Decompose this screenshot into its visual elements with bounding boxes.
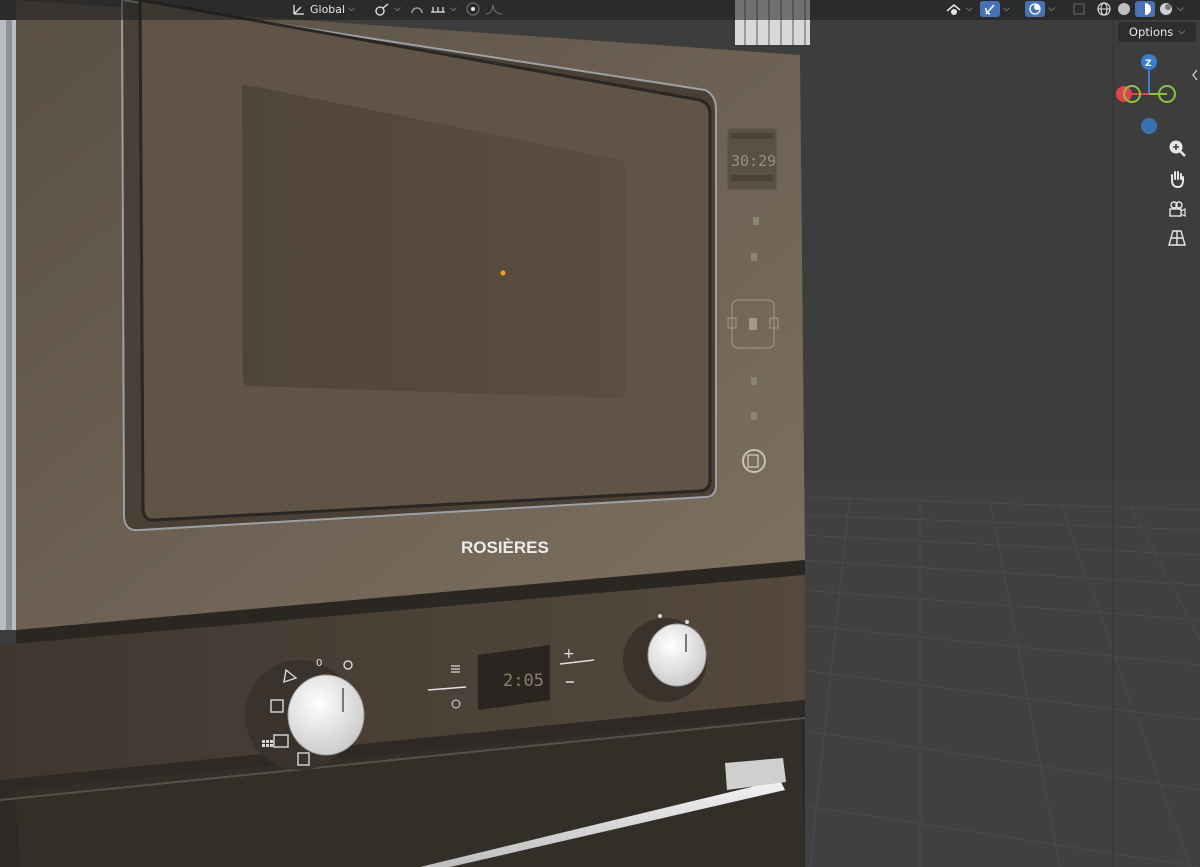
chevron-down-icon: ⌵ <box>1177 4 1184 14</box>
overlay-icon <box>1029 3 1041 15</box>
material-shading-icon <box>1139 3 1151 15</box>
proportional-edit-icon <box>466 2 480 16</box>
micro-display-text: 30:29 <box>731 152 776 170</box>
gizmo-toggle-icon <box>985 4 995 15</box>
snap-icon <box>411 7 423 14</box>
chevron-down-icon: ⌵ <box>394 4 401 14</box>
transform-orientation-icon <box>293 5 304 15</box>
visibility-dropdown[interactable]: ⌵ <box>945 0 973 18</box>
gizmo-toggle-button[interactable] <box>980 1 1000 17</box>
solid-shading-icon[interactable] <box>1116 1 1132 17</box>
plus-label: + <box>563 646 575 662</box>
pan-button[interactable] <box>1163 166 1191 192</box>
orientation-label: Global <box>310 2 346 16</box>
object-origin <box>500 270 506 276</box>
transform-orientation-dropdown[interactable]: Global ⌵ <box>291 0 355 18</box>
chevron-down-icon: ⌵ <box>450 4 457 14</box>
knob-zero-label: 0 <box>316 658 322 669</box>
options-dropdown[interactable]: Options ⌵ <box>1118 22 1196 42</box>
viewport-header: Global ⌵ ⌵ ⌵ ⌵ ⌵ ⌵ ⌵ <box>0 0 1200 20</box>
zoom-button[interactable] <box>1163 135 1191 161</box>
material-shading-button[interactable] <box>1135 1 1155 17</box>
falloff-icon <box>485 4 503 15</box>
oven-display-text: 2:05 <box>503 671 544 691</box>
chevron-down-icon: ⌵ <box>1003 4 1010 14</box>
snap-dropdown[interactable]: ⌵ <box>408 0 457 18</box>
visibility-icon <box>946 4 961 15</box>
pivot-icon <box>375 3 389 16</box>
wireframe-shading-icon[interactable] <box>1095 1 1113 17</box>
grid-icon <box>1168 230 1186 246</box>
overlay-toggle[interactable]: ⌵ <box>1025 0 1055 18</box>
perspective-toggle-button[interactable] <box>1163 225 1191 251</box>
xray-icon <box>1073 3 1085 15</box>
snap-increment-icon <box>431 7 445 13</box>
3d-viewport[interactable]: 30:29 ROSIÈRES 0 2:05 + Z <box>0 0 1200 867</box>
shading-modes[interactable]: ⌵ <box>1095 0 1184 18</box>
options-label: Options <box>1128 25 1174 39</box>
gizmo-z-label: Z <box>1145 59 1152 69</box>
brand-logo: ROSIÈRES <box>461 538 549 557</box>
chevron-down-icon: ⌵ <box>966 4 973 14</box>
chevron-down-icon: ⌵ <box>348 4 355 14</box>
camera-view-button[interactable] <box>1163 196 1191 222</box>
overlay-toggle-button[interactable] <box>1025 1 1045 17</box>
chevron-down-icon: ⌵ <box>1178 27 1186 37</box>
rendered-shading-icon[interactable] <box>1158 1 1174 17</box>
gizmo-toggle[interactable]: ⌵ <box>980 0 1010 18</box>
pivot-point-dropdown[interactable]: ⌵ <box>373 0 401 18</box>
camera-icon <box>1169 201 1186 217</box>
chevron-down-icon: ⌵ <box>1048 4 1055 14</box>
scene-render: 30:29 ROSIÈRES 0 2:05 + Z <box>0 0 1200 867</box>
xray-toggle[interactable] <box>1071 0 1087 18</box>
proportional-edit-controls[interactable] <box>465 0 504 18</box>
zoom-icon <box>1169 140 1186 157</box>
hand-icon <box>1171 171 1184 189</box>
